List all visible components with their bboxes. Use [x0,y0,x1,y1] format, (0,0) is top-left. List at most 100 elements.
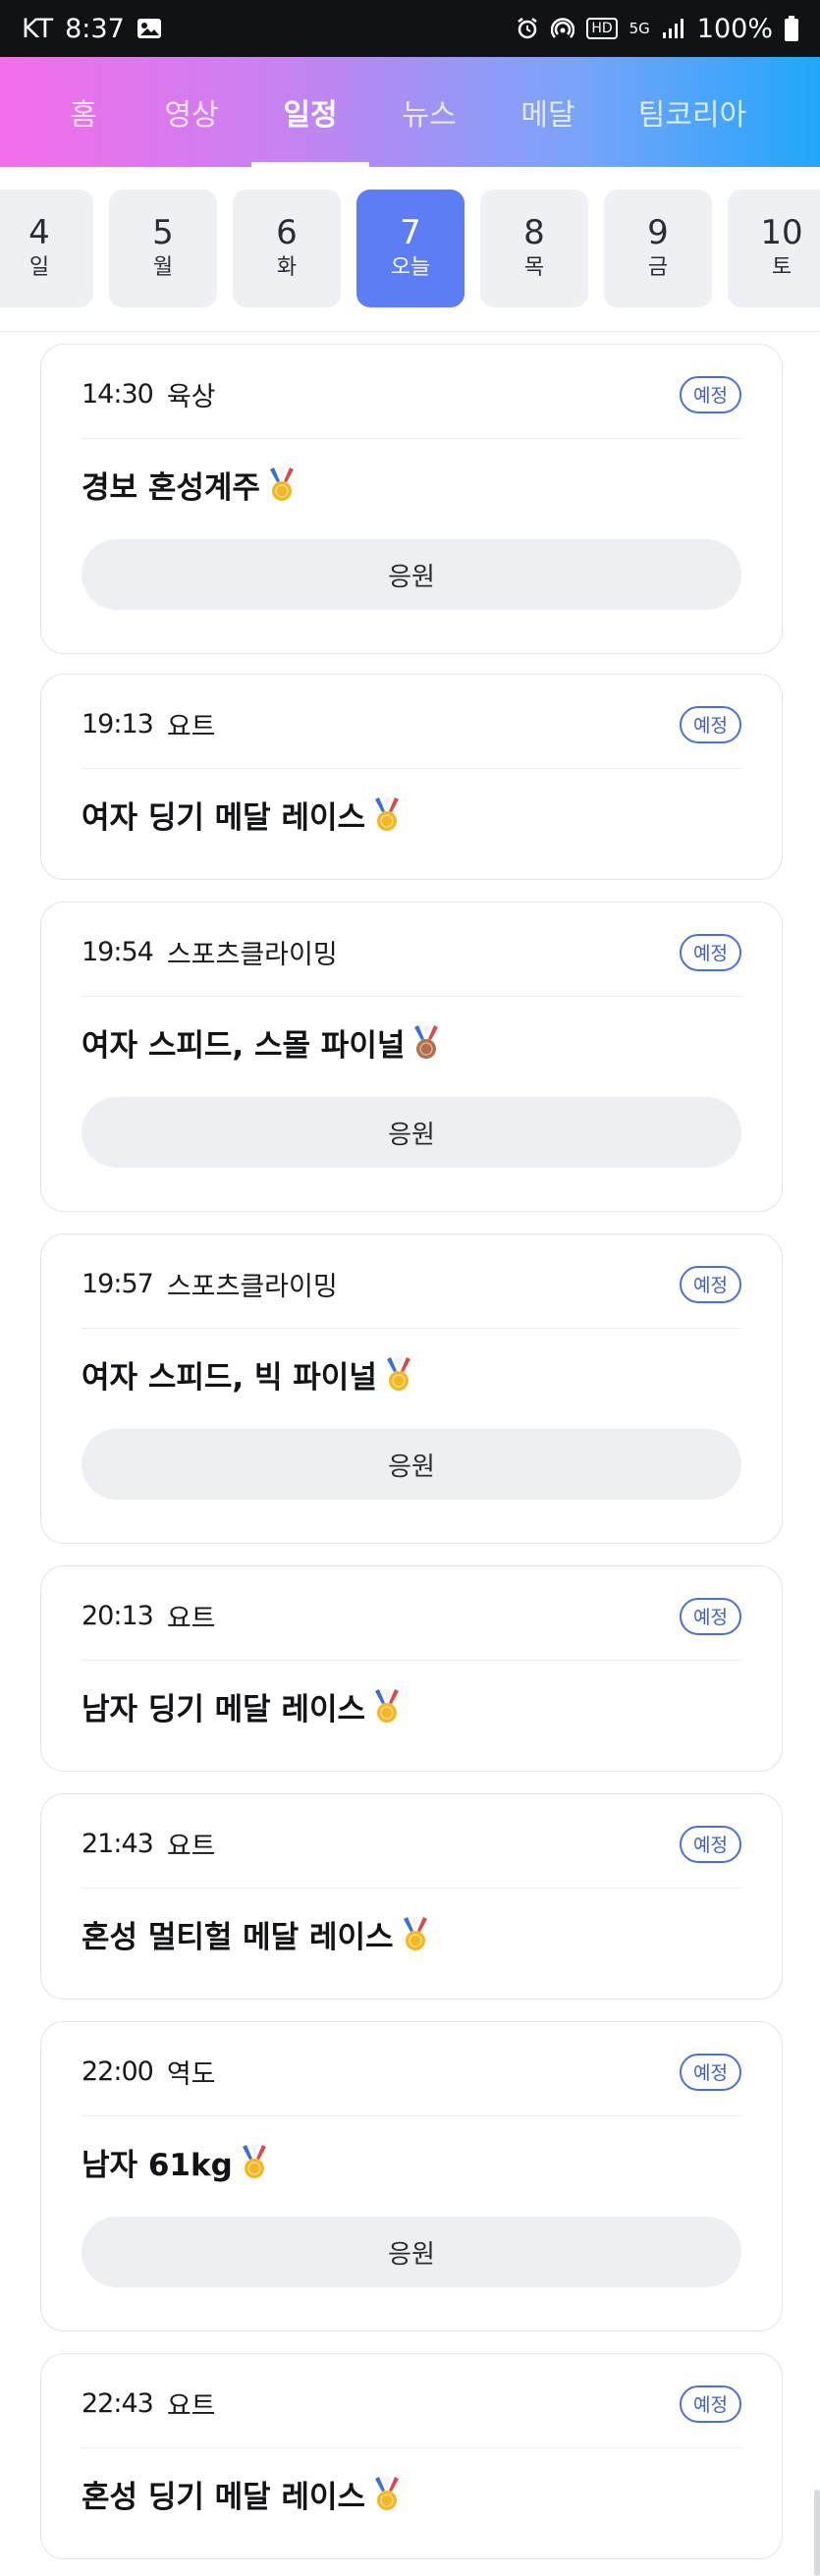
tab-videos[interactable]: 영상 [147,57,236,167]
date-item[interactable]: 10 토 [728,190,820,307]
hd-voice-icon: HD [586,18,618,39]
event-title-row: 경보 혼성계주 [82,463,296,507]
signal-icon [662,18,685,39]
date-weekday: 월 [152,255,174,280]
date-item[interactable]: 8 목 [480,190,588,307]
event-sport: 육상 [166,382,216,412]
event-title-row: 여자 스피드, 빅 파이널 [82,1352,412,1397]
date-weekday: 금 [647,255,669,280]
event-sport: 스포츠클라이밍 [166,940,338,970]
date-number: 8 [523,213,545,252]
event-sport: 요트 [166,1832,216,1862]
date-number: 7 [400,213,421,252]
gold-medal-icon [373,796,401,833]
event-card-header: 19:54 스포츠클라이밍 예정 [82,930,741,997]
event-card-header: 19:57 스포츠클라이밍 예정 [82,1262,741,1329]
event-title: 경보 혼성계주 [82,470,260,506]
date-weekday: 토 [771,255,793,280]
event-title: 혼성 딩기 메달 레이스 [82,2480,366,2515]
status-bar: KT 8:37 HD 5G 100% [0,0,820,57]
hotspot-icon [551,17,575,40]
date-weekday: 일 [28,255,50,280]
status-badge: 예정 [680,2384,741,2423]
date-weekday: 화 [276,255,298,280]
date-number: 4 [28,213,50,252]
event-card-header: 22:00 역도 예정 [82,2050,741,2116]
cheer-button[interactable]: 응원 [82,2217,741,2287]
date-item[interactable]: 6 화 [233,190,341,307]
date-selector: 4 일 5 월 6 화 7 오늘 8 목 9 금 10 토 [0,167,820,332]
event-card[interactable]: 14:30 육상 예정 경보 혼성계주 응원 [40,344,783,654]
tab-schedule[interactable]: 일정 [251,57,369,167]
tab-team-korea[interactable]: 팀코리아 [619,57,766,167]
event-title: 여자 스피드, 빅 파이널 [82,1360,377,1396]
event-card-header: 19:13 요트 예정 [82,702,741,769]
event-sport: 요트 [166,1604,216,1634]
event-sport: 스포츠클라이밍 [166,1272,338,1302]
date-number: 5 [152,213,174,252]
gold-medal-icon [385,1356,412,1393]
event-time: 22:43 [82,2388,154,2419]
scrollbar-thumb[interactable] [814,2490,820,2576]
date-item[interactable]: 9 금 [604,190,712,307]
event-card[interactable]: 19:54 스포츠클라이밍 예정 여자 스피드, 스몰 파이널 응원 [40,902,783,1212]
date-weekday: 목 [523,255,545,280]
carrier-label: KT [22,13,54,44]
status-badge: 예정 [680,1825,741,1863]
date-number: 10 [760,213,803,252]
date-number: 9 [647,213,669,252]
event-sport: 요트 [166,712,216,742]
gold-medal-icon [268,466,296,503]
event-card[interactable]: 22:43 요트 예정 혼성 딩기 메달 레이스 [40,2353,783,2559]
event-sport: 역도 [166,2059,216,2090]
cheer-button[interactable]: 응원 [82,1097,741,1168]
event-title: 여자 스피드, 스몰 파이널 [82,1028,406,1064]
event-card[interactable]: 21:43 요트 예정 혼성 멀티헐 메달 레이스 [40,1793,783,2000]
tab-medals[interactable]: 메달 [504,57,592,167]
event-title: 혼성 멀티헐 메달 레이스 [82,1920,394,1955]
gold-medal-icon [373,1688,401,1725]
status-badge: 예정 [680,375,741,413]
event-title-row: 혼성 멀티헐 메달 레이스 [82,1912,429,1956]
cheer-button[interactable]: 응원 [82,1429,741,1500]
event-title-row: 여자 딩기 메달 레이스 [82,793,401,837]
bronze-medal-icon [412,1024,440,1061]
cheer-button[interactable]: 응원 [82,539,741,610]
alarm-icon [516,17,539,40]
tab-news[interactable]: 뉴스 [385,57,473,167]
tab-home[interactable]: 홈 [39,57,128,167]
event-title-row: 여자 스피드, 스몰 파이널 [82,1020,440,1065]
event-title-row: 남자 딩기 메달 레이스 [82,1684,401,1728]
battery-percent: 100% [696,13,773,44]
battery-icon [785,16,798,41]
event-card[interactable]: 22:00 역도 예정 남자 61kg 응원 [40,2021,783,2331]
event-time: 20:13 [82,1601,154,1631]
event-time: 19:57 [82,1269,154,1299]
5g-icon: 5G [629,20,650,37]
event-time: 21:43 [82,1829,154,1859]
status-badge: 예정 [680,933,741,971]
event-card[interactable]: 20:13 요트 예정 남자 딩기 메달 레이스 [40,1565,783,1772]
gold-medal-icon [402,1916,429,1952]
status-badge: 예정 [680,1265,741,1303]
date-item-today[interactable]: 7 오늘 [356,190,465,307]
event-time: 22:00 [82,2056,154,2087]
gold-medal-icon [241,2144,268,2180]
status-badge: 예정 [680,1597,741,1635]
status-right: HD 5G 100% [516,14,798,44]
event-card[interactable]: 19:13 요트 예정 여자 딩기 메달 레이스 [40,674,783,880]
event-card-header: 20:13 요트 예정 [82,1594,741,1661]
gold-medal-icon [373,2476,401,2512]
event-card-header: 14:30 육상 예정 [82,372,741,439]
event-card[interactable]: 19:57 스포츠클라이밍 예정 여자 스피드, 빅 파이널 응원 [40,1233,783,1544]
event-title-row: 남자 61kg [82,2140,268,2184]
date-item[interactable]: 5 월 [109,190,217,307]
event-time: 19:54 [82,937,154,967]
event-card-header: 21:43 요트 예정 [82,1822,741,1889]
clock: 8:37 [65,13,125,44]
event-sport: 요트 [166,2391,216,2422]
top-nav: 홈 영상 일정 뉴스 메달 팀코리아 [0,57,820,167]
event-title: 여자 딩기 메달 레이스 [82,800,366,836]
date-item[interactable]: 4 일 [0,190,93,307]
status-badge: 예정 [680,2053,741,2091]
